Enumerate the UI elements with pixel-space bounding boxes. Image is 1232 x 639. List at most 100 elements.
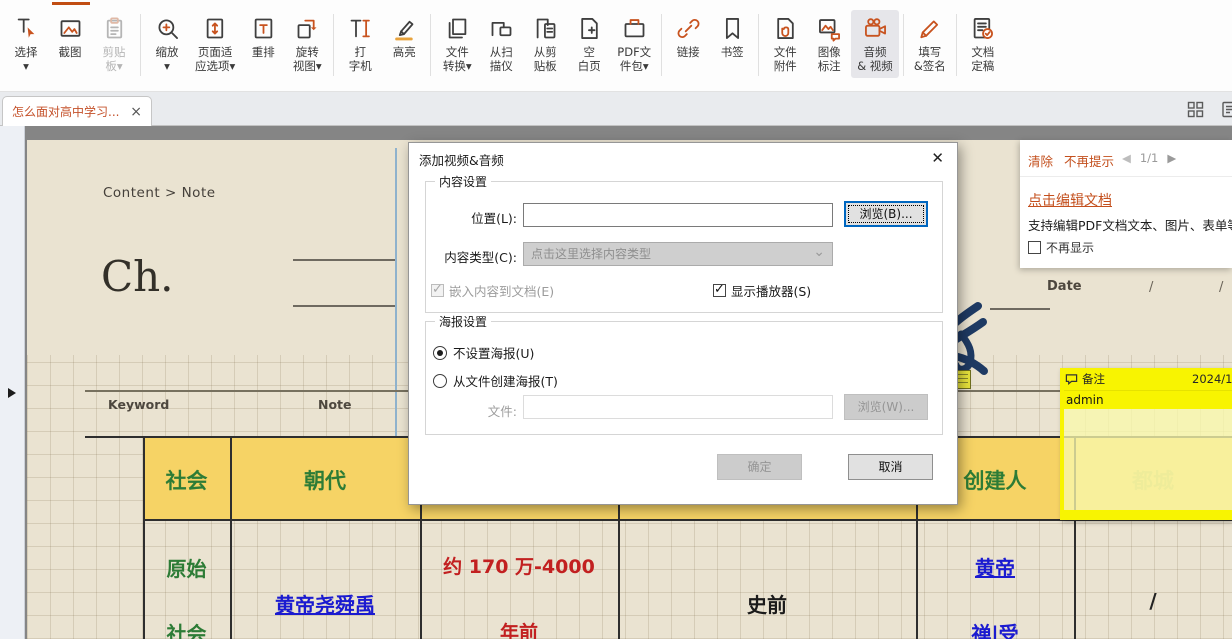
toolbar-button-file-convert[interactable]: 文件 转换▾ xyxy=(435,10,479,78)
toolbar-button-label: 缩放 ▾ xyxy=(156,46,179,76)
toolbar-button-label: 链接 xyxy=(677,46,700,76)
no-poster-radio[interactable] xyxy=(433,346,447,360)
sidebar-expand-icon[interactable] xyxy=(8,388,16,398)
typewriter-icon xyxy=(347,13,374,43)
ok-button: 确定 xyxy=(717,454,802,480)
edit-region-guide-line xyxy=(395,148,397,478)
pager-prev-icon[interactable]: ◀ xyxy=(1122,151,1131,165)
toolbar-button-label: 剪贴 板▾ xyxy=(103,46,126,76)
fill-sign-icon xyxy=(916,13,943,43)
toolbar-group-divider xyxy=(956,14,957,76)
toolbar-button-zoom[interactable]: 缩放 ▾ xyxy=(145,10,189,78)
toolbar-button-label: 填写 &签名 xyxy=(914,46,946,76)
toolbar-button-bookmark[interactable]: 书签 xyxy=(710,10,754,78)
sticky-note-annotation[interactable]: 备注 2024/11/21 admin xyxy=(1060,368,1232,520)
toolbar-group-divider xyxy=(758,14,759,76)
toolbar-button-typewriter[interactable]: 打 字机 xyxy=(338,10,382,78)
toolbar-button-label: 书签 xyxy=(721,46,744,76)
pdf-portfolio-icon xyxy=(621,13,648,43)
poster-from-file-label: 从文件创建海报(T) xyxy=(453,371,558,390)
bookmark-icon xyxy=(719,13,746,43)
image-annotation-icon xyxy=(816,13,843,43)
document-tab-bar: 怎么面对高中学习... × xyxy=(0,92,1232,126)
comment-icon xyxy=(1065,373,1078,386)
table-cell-society-line1: 原始 xyxy=(143,553,230,582)
cancel-button[interactable]: 取消 xyxy=(848,454,933,480)
zoom-icon xyxy=(154,13,181,43)
toolbar-button-attachment[interactable]: 文件 附件 xyxy=(763,10,807,78)
dialog-close-icon[interactable]: ✕ xyxy=(931,149,944,167)
toolbar-group-divider xyxy=(903,14,904,76)
toolbar-group-divider xyxy=(661,14,662,76)
ribbon-toolbar: 选择 ▾截图剪贴 板▾缩放 ▾页面适 应选项▾重排旋转 视图▾打 字机高亮文件 … xyxy=(0,0,1232,92)
toolbar-button-scanner[interactable]: 从扫 描仪 xyxy=(479,10,523,78)
poster-file-input xyxy=(523,395,833,419)
toolbar-button-label: 文件 转换▾ xyxy=(443,46,472,76)
poster-settings-legend: 海报设置 xyxy=(435,313,491,330)
toolbar-button-rotate-view[interactable]: 旋转 视图▾ xyxy=(285,10,329,78)
table-link-founder[interactable]: 黄帝 xyxy=(916,552,1074,581)
table-header-dynasty: 朝代 xyxy=(230,465,420,495)
toolbar-button-audio-video[interactable]: 音频 & 视频 xyxy=(851,10,899,78)
location-input[interactable] xyxy=(523,203,833,227)
toolbar-button-clipboard: 剪贴 板▾ xyxy=(92,10,136,78)
toolbar-button-label: 音频 & 视频 xyxy=(857,46,893,76)
toolbar-button-link[interactable]: 链接 xyxy=(666,10,710,78)
tab-close-icon[interactable]: × xyxy=(130,104,142,120)
toolbar-group-divider xyxy=(140,14,141,76)
toolbar-button-fit-page[interactable]: 页面适 应选项▾ xyxy=(189,10,241,78)
toolbar-button-label: 从剪 贴板 xyxy=(534,46,557,76)
toolbar-button-blank-page[interactable]: 空 白页 xyxy=(567,10,611,78)
toolbar-button-label: 选择 ▾ xyxy=(15,46,38,76)
toolbar-button-select[interactable]: 选择 ▾ xyxy=(4,10,48,78)
pager-next-icon[interactable]: ▶ xyxy=(1167,151,1176,165)
reflow-icon xyxy=(250,13,277,43)
tab-list-view-icon[interactable] xyxy=(1221,101,1232,118)
poster-from-file-radio[interactable] xyxy=(433,374,447,388)
embed-content-checkbox xyxy=(431,284,444,297)
toolbar-button-fill-sign[interactable]: 填写 &签名 xyxy=(908,10,952,78)
document-tab[interactable]: 怎么面对高中学习... × xyxy=(2,96,152,126)
no-poster-label: 不设置海报(U) xyxy=(453,343,534,362)
tab-grid-view-icon[interactable] xyxy=(1187,101,1204,118)
toolbar-button-from-clipboard[interactable]: 从剪 贴板 xyxy=(523,10,567,78)
document-tab-title: 怎么面对高中学习... xyxy=(12,103,124,120)
rotate-view-icon xyxy=(294,13,321,43)
sticky-note-author: admin xyxy=(1060,390,1232,409)
show-player-checkbox[interactable] xyxy=(713,284,726,297)
toolbar-button-pdf-portfolio[interactable]: PDF文 件包▾ xyxy=(611,10,657,78)
keyword-label: Keyword xyxy=(108,397,169,412)
browse-location-button[interactable]: 浏览(B)... xyxy=(844,201,928,227)
dont-show-checkbox[interactable] xyxy=(1028,241,1041,254)
table-cell-society-line2: 社会 xyxy=(143,618,230,639)
table-link-dynasty[interactable]: 黄帝尧舜禹 xyxy=(230,589,420,618)
sticky-note-bottom-edge xyxy=(1060,510,1232,520)
content-settings-legend: 内容设置 xyxy=(435,173,491,190)
clear-link[interactable]: 清除 xyxy=(1028,151,1053,170)
attachment-icon xyxy=(772,13,799,43)
add-video-audio-dialog: 添加视频&音频 ✕ 内容设置 位置(L): 浏览(B)... 内容类型(C): … xyxy=(408,142,958,505)
content-type-dropdown[interactable]: 点击这里选择内容类型 xyxy=(523,242,833,266)
toolbar-button-finalize[interactable]: 文档 定稿 xyxy=(961,10,1005,78)
date-label: Date xyxy=(1047,279,1082,294)
table-header-society: 社会 xyxy=(143,465,230,495)
toolbar-button-snapshot[interactable]: 截图 xyxy=(48,10,92,78)
finalize-icon xyxy=(969,13,996,43)
dont-prompt-link[interactable]: 不再提示 xyxy=(1064,151,1114,170)
poster-file-label: 文件: xyxy=(439,401,517,420)
toolbar-button-label: 高亮 xyxy=(393,46,416,76)
toolbar-button-label: 从扫 描仪 xyxy=(490,46,513,76)
select-icon xyxy=(13,13,40,43)
toolbar-group-divider xyxy=(430,14,431,76)
table-cell-period: 史前 xyxy=(618,589,916,618)
chevron-down-icon xyxy=(813,241,825,263)
breadcrumb: Content > Note xyxy=(103,185,216,201)
toolbar-button-highlight[interactable]: 高亮 xyxy=(382,10,426,78)
active-ribbon-tab-indicator xyxy=(52,2,90,5)
browse-poster-button: 浏览(W)... xyxy=(844,394,928,420)
sticky-note-header[interactable]: 备注 2024/11/21 xyxy=(1060,368,1232,390)
edit-document-link[interactable]: 点击编辑文档 xyxy=(1028,190,1112,210)
toolbar-button-image-annotation[interactable]: 图像 标注 xyxy=(807,10,851,78)
toolbar-button-reflow[interactable]: 重排 xyxy=(241,10,285,78)
sticky-note-date: 2024/11/21 xyxy=(1192,372,1232,386)
